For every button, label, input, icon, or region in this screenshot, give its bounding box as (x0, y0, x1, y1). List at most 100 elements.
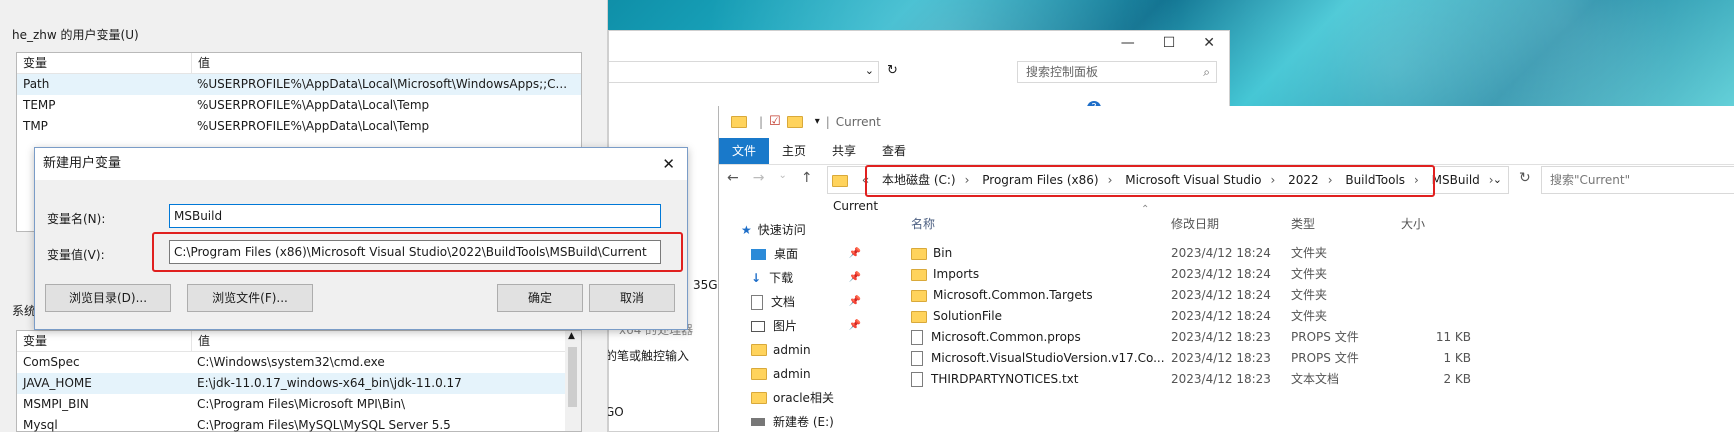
list-item[interactable]: SolutionFile 2023/4/12 18:24 文件夹 (905, 306, 1734, 327)
chevron-down-icon[interactable]: ⌄ (1493, 167, 1502, 193)
column-header-value[interactable]: 值 (192, 331, 210, 351)
nav-item-folder[interactable]: admin (719, 338, 871, 362)
list-item[interactable]: THIRDPARTYNOTICES.txt 2023/4/12 18:23 文本文档… (905, 369, 1734, 390)
nav-item-drive[interactable]: 新建卷 (E:) (719, 410, 871, 434)
column-header-date[interactable]: 修改日期 (1171, 214, 1291, 235)
list-item[interactable]: Imports 2023/4/12 18:24 文件夹 (905, 264, 1734, 285)
pin-icon[interactable]: 📌 (849, 266, 861, 290)
nav-item-documents[interactable]: 文档 📌 (719, 290, 871, 314)
ribbon-tabs: 文件 主页 共享 查看 (719, 138, 1734, 165)
column-header-variable[interactable]: 变量 (17, 53, 192, 73)
var-name: Path (23, 77, 50, 91)
recent-chevron-icon[interactable]: ⌄ (778, 170, 786, 186)
title-separator: | (759, 115, 764, 129)
file-size (1401, 285, 1471, 306)
breadcrumb-item[interactable]: MSBuild (1427, 173, 1485, 187)
tab-home[interactable]: 主页 (769, 138, 819, 164)
scroll-thumb[interactable] (568, 347, 577, 407)
new-folder-icon[interactable] (786, 116, 803, 128)
up-icon[interactable]: ↑ (801, 170, 813, 186)
ok-button[interactable]: 确定 (497, 284, 583, 312)
sys-vars-list[interactable]: 变量 值 ComSpec C:\Windows\system32\cmd.exe… (16, 330, 582, 432)
list-item[interactable]: Microsoft.Common.props 2023/4/12 18:23 PRO… (905, 327, 1734, 348)
file-type: 文本文档 (1291, 372, 1340, 386)
refresh-icon[interactable]: ↻ (887, 63, 898, 78)
file-size (1401, 306, 1471, 327)
var-value-label: 变量值(V): (47, 248, 105, 262)
tab-share[interactable]: 共享 (819, 138, 869, 164)
table-row[interactable]: TMP %USERPROFILE%\AppData\Local\Temp (17, 116, 581, 137)
table-row[interactable]: Path %USERPROFILE%\AppData\Local\Microso… (17, 74, 581, 95)
chevron-down-icon[interactable]: ⌄ (865, 64, 874, 77)
table-row[interactable]: JAVA_HOME E:\jdk-11.0.17_windows-x64_bin… (17, 373, 581, 394)
cancel-button[interactable]: 取消 (589, 284, 675, 312)
back-icon[interactable]: ← (727, 170, 739, 186)
scroll-up-icon[interactable]: ▲ (568, 331, 575, 341)
nav-item-pictures[interactable]: 图片 📌 (719, 314, 871, 338)
file-name: Imports (933, 267, 980, 281)
list-item[interactable]: Microsoft.VisualStudioVersion.v17.Co... 2… (905, 348, 1734, 369)
folder-icon (832, 174, 848, 187)
column-header-value[interactable]: 值 (192, 53, 210, 73)
pin-icon[interactable]: 📌 (849, 314, 861, 338)
explorer-search-input[interactable]: 搜索"Current" (1541, 166, 1734, 194)
nav-item-folder[interactable]: oracle相关 (719, 386, 871, 410)
table-row[interactable]: Mysql C:\Program Files\MySQL\MySQL Serve… (17, 415, 581, 436)
var-value: E:\jdk-11.0.17_windows-x64_bin\jdk-11.0.… (197, 376, 462, 390)
file-date: 2023/4/12 18:23 (1171, 372, 1271, 386)
nav-item-downloads[interactable]: ↓ 下载 📌 (719, 266, 871, 290)
search-input[interactable]: 搜索控制面板 ⌕ (1017, 61, 1217, 83)
browse-file-button[interactable]: 浏览文件(F)... (187, 284, 313, 312)
minimize-icon[interactable]: — (1121, 35, 1135, 59)
column-header-name[interactable]: 名称 (871, 214, 1171, 235)
search-placeholder: 搜索"Current" (1550, 173, 1631, 187)
document-icon (751, 294, 763, 310)
pin-icon[interactable]: 📌 (849, 290, 861, 314)
var-name: JAVA_HOME (23, 376, 92, 390)
var-name: Mysql (23, 418, 58, 432)
tab-view[interactable]: 查看 (869, 138, 919, 164)
column-header-variable[interactable]: 变量 (17, 331, 192, 351)
refresh-icon[interactable]: ↻ (1519, 170, 1531, 186)
highlight-box (152, 232, 683, 272)
file-size: 1 KB (1443, 351, 1471, 365)
file-date: 2023/4/12 18:23 (1171, 330, 1271, 344)
table-row[interactable]: ComSpec C:\Windows\system32\cmd.exe (17, 352, 581, 373)
nav-item-quick-access[interactable]: ★ 快速访问 (719, 218, 871, 242)
folder-icon (911, 247, 927, 260)
nav-label: 下载 (769, 271, 794, 285)
title-separator: | (825, 115, 830, 129)
file-name: Bin (933, 246, 953, 260)
pin-icon[interactable]: 📌 (849, 242, 861, 266)
chevron-down-icon[interactable]: ▾ (815, 106, 820, 138)
close-icon[interactable]: ✕ (1203, 35, 1215, 59)
tab-file[interactable]: 文件 (719, 138, 770, 164)
forward-icon[interactable]: → (753, 170, 765, 186)
var-name-input[interactable]: MSBuild (169, 204, 661, 228)
scrollbar[interactable]: ▲ (565, 331, 581, 431)
close-icon[interactable]: ✕ (662, 148, 675, 180)
folder-icon (911, 289, 927, 302)
dialog-title: 新建用户变量 (43, 156, 122, 171)
table-row[interactable]: MSMPI_BIN C:\Program Files\Microsoft MPI… (17, 394, 581, 415)
var-value: %USERPROFILE%\AppData\Local\Temp (197, 98, 430, 112)
column-header-type[interactable]: 类型 (1291, 214, 1401, 235)
file-name: SolutionFile (933, 309, 1002, 323)
var-value: %USERPROFILE%\AppData\Local\Temp (197, 119, 430, 133)
properties-icon[interactable]: ☑ (769, 106, 781, 138)
browse-directory-button[interactable]: 浏览目录(D)... (45, 284, 171, 312)
column-header-size[interactable]: 大小 (1401, 214, 1471, 235)
picture-icon (751, 320, 765, 332)
table-row[interactable]: TEMP %USERPROFILE%\AppData\Local\Temp (17, 95, 581, 116)
address-field[interactable]: ⌄ (609, 61, 879, 83)
list-header: 变量 值 (17, 53, 581, 74)
maximize-icon[interactable]: ☐ (1163, 35, 1176, 59)
list-item[interactable]: Microsoft.Common.Targets 2023/4/12 18:24 文… (905, 285, 1734, 306)
file-name: Microsoft.VisualStudioVersion.v17.Co... (931, 351, 1165, 365)
var-value: %USERPROFILE%\AppData\Local\Microsoft\Wi… (197, 77, 568, 91)
search-icon: ⌕ (1203, 65, 1210, 79)
file-explorer-window: | ☑ ▾ | Current 文件 主页 共享 查看 ← → ⌄ ↑ « 本地… (718, 106, 1734, 432)
list-item[interactable]: Bin 2023/4/12 18:24 文件夹 (905, 243, 1734, 264)
nav-item-desktop[interactable]: 桌面 📌 (719, 242, 871, 266)
nav-item-folder[interactable]: admin (719, 362, 871, 386)
